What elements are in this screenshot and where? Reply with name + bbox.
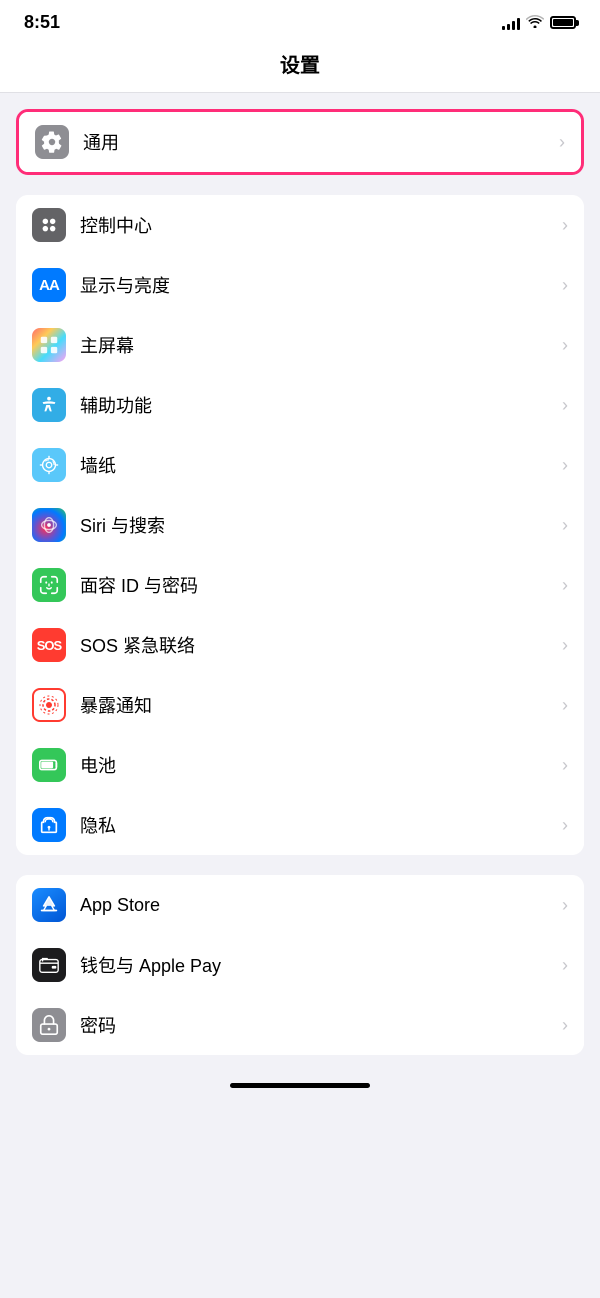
privacy-icon [32, 808, 66, 842]
item-label-battery: 电池 [80, 752, 554, 778]
item-label-password: 密码 [80, 1012, 554, 1038]
settings-item-tongyong[interactable]: 通用 › [19, 112, 581, 172]
display-icon: AA [32, 268, 66, 302]
battery-settings-icon [32, 748, 66, 782]
appstore-icon [32, 888, 66, 922]
chevron-icon: › [562, 515, 568, 536]
page-title: 设置 [280, 55, 320, 77]
page-title-bar: 设置 [0, 41, 600, 93]
settings-item-accessibility[interactable]: 辅助功能 › [16, 375, 584, 435]
chevron-icon: › [562, 955, 568, 976]
control-center-icon [32, 208, 66, 242]
status-time: 8:51 [24, 12, 60, 33]
home-bar [230, 1083, 370, 1088]
item-label-faceid: 面容 ID 与密码 [80, 572, 554, 598]
siri-icon [32, 508, 66, 542]
wallet-icon [32, 948, 66, 982]
settings-item-exposure[interactable]: 暴露通知 › [16, 675, 584, 735]
chevron-icon: › [562, 455, 568, 476]
signal-icon [502, 16, 520, 30]
chevron-icon: › [562, 575, 568, 596]
chevron-icon: › [562, 275, 568, 296]
item-label-wallpaper: 墙纸 [80, 452, 554, 478]
settings-group-store: App Store › 钱包与 Apple Pay › [16, 875, 584, 1055]
status-icons [502, 14, 576, 32]
chevron-icon: › [562, 335, 568, 356]
exposure-icon [32, 688, 66, 722]
status-bar: 8:51 [0, 0, 600, 41]
settings-item-control-center[interactable]: 控制中心 › [16, 195, 584, 255]
chevron-icon: › [562, 395, 568, 416]
settings-item-battery[interactable]: 电池 › [16, 735, 584, 795]
settings-section: 通用 › 控制中心 › AA 显示与亮度 › [0, 93, 600, 1055]
item-label-accessibility: 辅助功能 [80, 392, 554, 418]
settings-group-display: 控制中心 › AA 显示与亮度 › 主屏幕 › [16, 195, 584, 855]
chevron-icon: › [562, 215, 568, 236]
chevron-icon: › [562, 695, 568, 716]
item-label-privacy: 隐私 [80, 812, 554, 838]
settings-item-siri[interactable]: Siri 与搜索 › [16, 495, 584, 555]
homescreen-icon [32, 328, 66, 362]
item-label-exposure: 暴露通知 [80, 692, 554, 718]
chevron-icon: › [562, 755, 568, 776]
item-label-control-center: 控制中心 [80, 212, 554, 238]
chevron-icon: › [562, 635, 568, 656]
gear-icon [35, 125, 69, 159]
item-label-tongyong: 通用 [83, 129, 551, 155]
item-label-sos: SOS 紧急联络 [80, 632, 554, 658]
password-icon [32, 1008, 66, 1042]
settings-item-wallpaper[interactable]: 墙纸 › [16, 435, 584, 495]
wallpaper-icon [32, 448, 66, 482]
settings-item-sos[interactable]: SOS SOS 紧急联络 › [16, 615, 584, 675]
settings-item-display[interactable]: AA 显示与亮度 › [16, 255, 584, 315]
item-label-homescreen: 主屏幕 [80, 332, 554, 358]
settings-item-wallet[interactable]: 钱包与 Apple Pay › [16, 935, 584, 995]
item-label-appstore: App Store [80, 895, 554, 916]
settings-item-appstore[interactable]: App Store › [16, 875, 584, 935]
chevron-icon: › [562, 895, 568, 916]
sos-icon: SOS [32, 628, 66, 662]
faceid-icon [32, 568, 66, 602]
settings-item-password[interactable]: 密码 › [16, 995, 584, 1055]
chevron-icon: › [559, 132, 565, 153]
chevron-icon: › [562, 1015, 568, 1036]
settings-item-faceid[interactable]: 面容 ID 与密码 › [16, 555, 584, 615]
item-label-siri: Siri 与搜索 [80, 512, 554, 538]
settings-item-privacy[interactable]: 隐私 › [16, 795, 584, 855]
accessibility-icon [32, 388, 66, 422]
item-label-wallet: 钱包与 Apple Pay [80, 952, 554, 978]
wifi-icon [526, 14, 544, 32]
item-label-display: 显示与亮度 [80, 272, 554, 298]
chevron-icon: › [562, 815, 568, 836]
home-indicator [0, 1075, 600, 1100]
settings-group-main: 通用 › [16, 109, 584, 175]
settings-item-homescreen[interactable]: 主屏幕 › [16, 315, 584, 375]
battery-icon [550, 16, 576, 29]
